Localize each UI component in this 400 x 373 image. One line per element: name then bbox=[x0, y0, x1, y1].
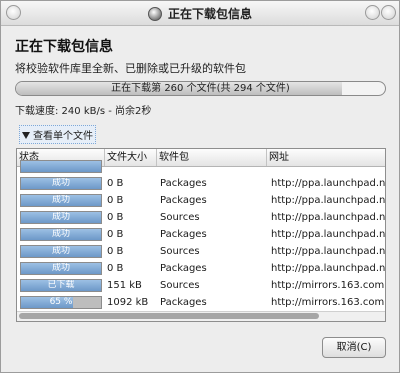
row-status-bar: 成功 bbox=[20, 262, 102, 275]
row-status-text: 65 % bbox=[49, 297, 73, 307]
row-package: Packages bbox=[160, 195, 207, 206]
details-expander[interactable]: 查看单个文件 bbox=[19, 125, 96, 144]
table-row[interactable]: 成功 0 B Packages http://ppa.launchpad.net bbox=[17, 175, 385, 192]
row-url: http://ppa.launchpad.net bbox=[271, 212, 385, 223]
row-package: Packages bbox=[160, 178, 207, 189]
row-package bbox=[160, 158, 267, 175]
title-bar: 正在下载包信息 bbox=[1, 1, 399, 26]
row-url: http://ppa.launchpad.net bbox=[271, 263, 385, 274]
row-status-bar: 成功 bbox=[20, 228, 102, 241]
table-body: 成功 0 B Packages http://ppa.launchpad.net 成功 0… bbox=[17, 158, 385, 311]
row-status-text: 成功 bbox=[51, 263, 70, 273]
window-title: 正在下载包信息 bbox=[167, 7, 252, 21]
row-status-text: 成功 bbox=[51, 246, 70, 256]
page-title: 正在下载包信息 bbox=[15, 39, 113, 55]
row-url: http://mirrors.163.com bbox=[271, 280, 385, 291]
download-speed-text: 下载速度: 240 kB/s - 尚余2秒 bbox=[15, 106, 152, 117]
row-status-bar: 成功 bbox=[20, 245, 102, 258]
row-size bbox=[107, 158, 157, 175]
overall-progress-bar: 正在下载第 260 个文件(共 294 个文件) bbox=[15, 81, 386, 96]
row-size: 0 B bbox=[107, 212, 124, 223]
row-package: Packages bbox=[160, 297, 207, 308]
download-dialog: 正在下载包信息 正在下载包信息 将校验软件库里全新、已删除或已升级的软件包 正在… bbox=[0, 0, 400, 373]
row-status-text: 成功 bbox=[51, 229, 70, 239]
row-url: http://ppa.launchpad.net bbox=[271, 229, 385, 240]
app-icon bbox=[147, 7, 162, 21]
row-package: Packages bbox=[160, 263, 207, 274]
title-area: 正在下载包信息 bbox=[1, 5, 399, 22]
row-status-bar bbox=[20, 160, 102, 173]
table-row[interactable]: 成功 0 B Packages http://ppa.launchpad.net bbox=[17, 260, 385, 277]
scrollbar-thumb[interactable] bbox=[19, 313, 319, 319]
table-row[interactable]: 成功 0 B Packages http://ppa.launchpad.net bbox=[17, 192, 385, 209]
expander-arrow-icon bbox=[22, 132, 30, 139]
row-size: 0 B bbox=[107, 195, 124, 206]
cancel-button[interactable]: 取消(C) bbox=[322, 337, 386, 358]
row-url: http://ppa.launchpad.net bbox=[271, 246, 385, 257]
minimize-button[interactable] bbox=[365, 5, 380, 20]
row-status-text: 成功 bbox=[51, 212, 70, 222]
row-status-fill bbox=[21, 161, 101, 172]
row-status-bar: 成功 bbox=[20, 177, 102, 190]
row-status-bar: 成功 bbox=[20, 194, 102, 207]
row-status-text: 成功 bbox=[51, 195, 70, 205]
row-size: 0 B bbox=[107, 246, 124, 257]
row-size: 151 kB bbox=[107, 280, 142, 291]
row-url bbox=[271, 158, 385, 175]
details-expander-label: 查看单个文件 bbox=[33, 131, 93, 142]
overall-progress-text: 正在下载第 260 个文件(共 294 个文件) bbox=[111, 83, 290, 94]
row-size: 0 B bbox=[107, 178, 124, 189]
row-status-bar: 成功 bbox=[20, 211, 102, 224]
row-size: 1092 kB bbox=[107, 297, 149, 308]
row-status-bar: 已下载 bbox=[20, 279, 102, 292]
row-url: http://ppa.launchpad.net bbox=[271, 195, 385, 206]
row-status-text: 成功 bbox=[51, 178, 70, 188]
description-text: 将校验软件库里全新、已删除或已升级的软件包 bbox=[15, 62, 246, 75]
table-row[interactable]: 成功 0 B Sources http://ppa.launchpad.net bbox=[17, 243, 385, 260]
row-package: Packages bbox=[160, 229, 207, 240]
row-package: Sources bbox=[160, 246, 200, 257]
row-status-bar: 65 % bbox=[20, 296, 102, 309]
table-row[interactable]: 65 % 1092 kB Packages http://mirrors.163.co… bbox=[17, 294, 385, 311]
row-status-text: 已下载 bbox=[47, 280, 75, 290]
file-table[interactable]: 状态 文件大小 软件包 网址 成功 0 B Packages http://ppa.l… bbox=[16, 148, 386, 322]
table-row[interactable]: 已下载 151 kB Sources http://mirrors.163.com bbox=[17, 277, 385, 294]
horizontal-scrollbar[interactable] bbox=[17, 311, 385, 321]
row-url: http://mirrors.163.com bbox=[271, 297, 385, 308]
table-row[interactable]: 成功 0 B Sources http://ppa.launchpad.net bbox=[17, 209, 385, 226]
row-size: 0 B bbox=[107, 229, 124, 240]
row-package: Sources bbox=[160, 212, 200, 223]
maximize-button[interactable] bbox=[381, 5, 396, 20]
row-url: http://ppa.launchpad.net bbox=[271, 178, 385, 189]
table-row[interactable] bbox=[17, 158, 385, 175]
row-size: 0 B bbox=[107, 263, 124, 274]
table-row[interactable]: 成功 0 B Packages http://ppa.launchpad.net bbox=[17, 226, 385, 243]
row-package: Sources bbox=[160, 280, 200, 291]
